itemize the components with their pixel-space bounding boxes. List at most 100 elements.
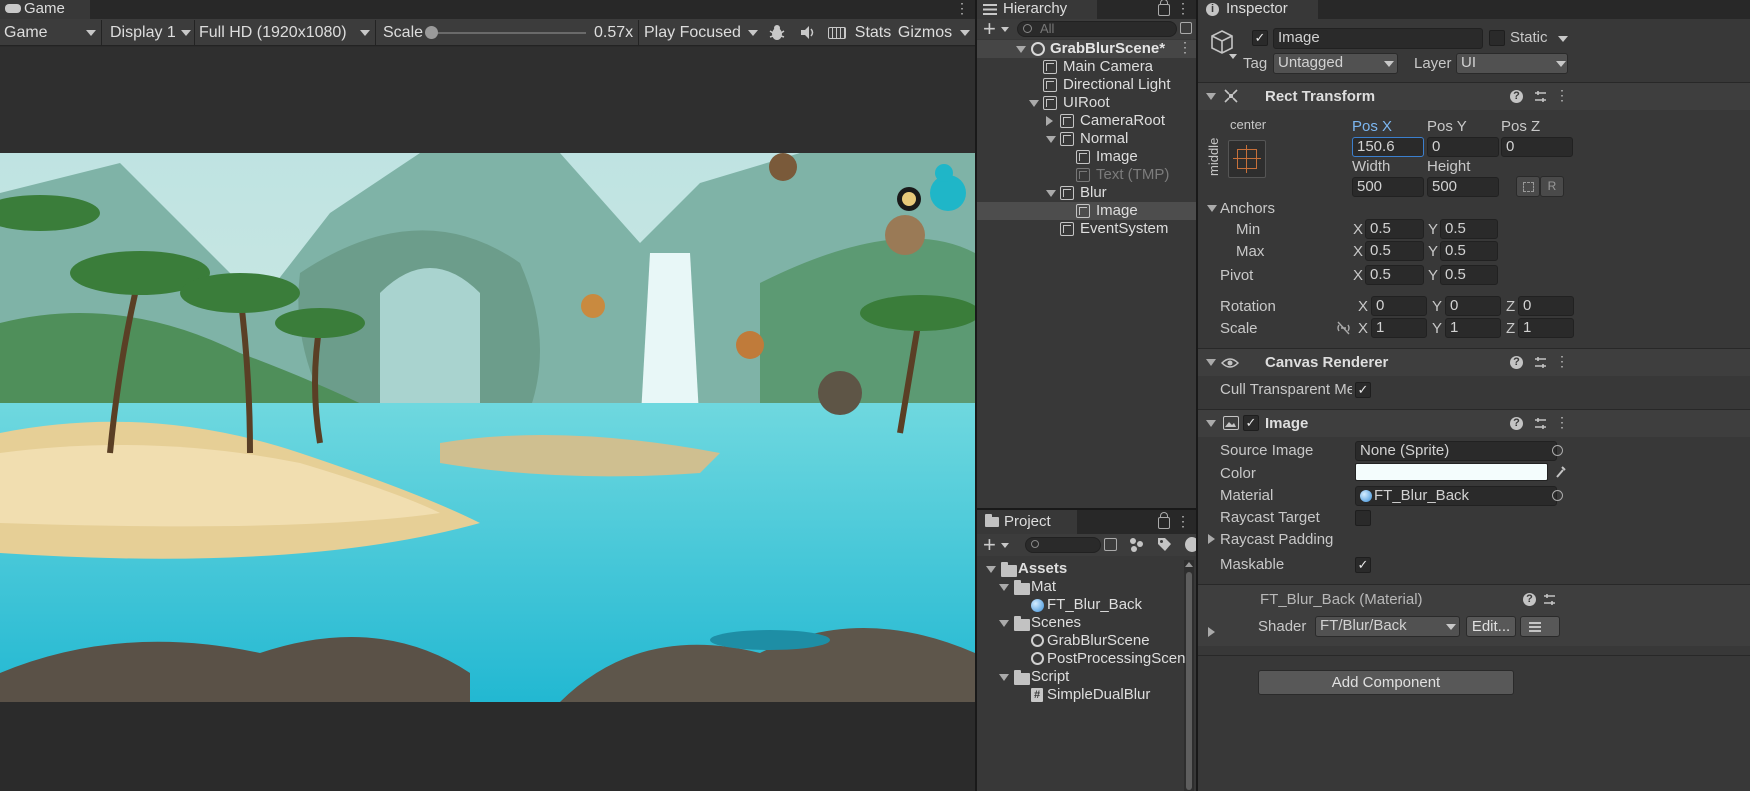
chevron-down-icon[interactable] [1558, 36, 1568, 42]
project-item[interactable]: Assets [977, 560, 1184, 578]
keyboard-icon[interactable] [828, 27, 846, 39]
expand-arrow-icon[interactable] [999, 584, 1009, 591]
raycast-target-checkbox[interactable] [1355, 510, 1371, 526]
pivot-y-field[interactable]: 0.5 [1440, 265, 1498, 285]
preset-icon[interactable] [1534, 417, 1547, 430]
hierarchy-item[interactable]: Image [977, 202, 1196, 220]
game-mode-dropdown[interactable]: Game [0, 19, 100, 46]
rot-y-field[interactable]: 0 [1445, 296, 1501, 316]
pivot-x-field[interactable]: 0.5 [1365, 265, 1424, 285]
rot-z-field[interactable]: 0 [1518, 296, 1574, 316]
help-icon[interactable]: ? [1510, 356, 1523, 369]
raw-edit-button[interactable]: R [1540, 176, 1564, 197]
hierarchy-item[interactable]: CameraRoot [977, 112, 1196, 130]
hierarchy-item[interactable]: EventSystem [977, 220, 1196, 238]
add-icon[interactable]: + [983, 534, 996, 556]
expand-arrow-icon[interactable] [1046, 190, 1056, 197]
project-item[interactable]: Script [977, 668, 1184, 686]
preset-icon[interactable] [1534, 90, 1547, 103]
favorite-icon[interactable] [1185, 537, 1196, 552]
expand-arrow-icon[interactable] [1046, 136, 1056, 143]
stats-button[interactable]: Stats [851, 19, 895, 46]
scene-more-icon[interactable]: ⋮ [1178, 40, 1192, 56]
play-mode-dropdown[interactable]: Play Focused [644, 19, 754, 46]
project-more-icon[interactable]: ⋮ [1176, 514, 1190, 530]
shader-edit-button[interactable]: Edit... [1466, 616, 1516, 637]
scroll-thumb[interactable] [1186, 572, 1192, 790]
scale-z-field[interactable]: 1 [1518, 318, 1574, 338]
image-enabled-checkbox[interactable]: ✓ [1243, 415, 1259, 431]
maskable-checkbox[interactable]: ✓ [1355, 557, 1371, 573]
hierarchy-item[interactable]: Normal [977, 130, 1196, 148]
active-checkbox[interactable]: ✓ [1252, 30, 1268, 46]
speaker-icon[interactable] [800, 25, 816, 40]
project-item[interactable]: Scenes [977, 614, 1184, 632]
project-item[interactable]: # SimpleDualBlur [977, 686, 1184, 704]
expand-arrow-icon[interactable] [1208, 534, 1215, 544]
project-item[interactable]: PostProcessingScen [977, 650, 1185, 668]
max-x-field[interactable]: 0.5 [1365, 241, 1424, 261]
cull-transparent-checkbox[interactable]: ✓ [1355, 382, 1371, 398]
project-item[interactable]: FT_Blur_Back [977, 596, 1184, 614]
collapse-arrow-icon[interactable] [1206, 93, 1216, 100]
bug-icon[interactable] [769, 24, 785, 41]
constrain-proportions-icon[interactable] [1336, 321, 1351, 335]
scale-slider-handle[interactable] [425, 26, 438, 39]
hierarchy-search-input[interactable]: All [1017, 21, 1177, 37]
resolution-dropdown[interactable]: Full HD (1920x1080) [199, 19, 364, 46]
hierarchy-item[interactable]: Directional Light [977, 76, 1196, 94]
display-dropdown[interactable]: Display 1 [110, 19, 180, 46]
material-field[interactable]: FT_Blur_Back [1355, 486, 1557, 506]
help-icon[interactable]: ? [1510, 417, 1523, 430]
max-y-field[interactable]: 0.5 [1440, 241, 1498, 261]
chevron-down-icon[interactable] [1229, 54, 1237, 59]
tab-project[interactable]: Project [977, 510, 1077, 534]
object-picker-icon[interactable] [1552, 445, 1563, 456]
component-more-icon[interactable]: ⋮ [1555, 354, 1569, 370]
object-picker-icon[interactable] [1552, 490, 1563, 501]
expand-arrow-icon[interactable] [1029, 100, 1039, 107]
collapsed-arrow-icon[interactable] [1046, 116, 1053, 126]
scroll-up-icon[interactable] [1185, 562, 1193, 567]
scene-row[interactable]: GrabBlurScene* ⋮ [977, 40, 1196, 58]
add-icon[interactable]: + [983, 18, 996, 40]
search-by-type-icon[interactable] [1104, 538, 1117, 551]
collapse-arrow-icon[interactable] [1206, 359, 1216, 366]
component-more-icon[interactable]: ⋮ [1555, 415, 1569, 431]
filter-by-label-icon[interactable] [1129, 537, 1144, 552]
scale-slider-track[interactable] [430, 32, 586, 34]
preset-icon[interactable] [1543, 593, 1556, 606]
layer-dropdown[interactable]: UI [1456, 53, 1568, 74]
gizmos-button[interactable]: Gizmos [897, 19, 953, 46]
lock-icon[interactable] [1158, 0, 1170, 16]
expand-arrow-icon[interactable] [986, 566, 996, 573]
tag-dropdown[interactable]: Untagged [1273, 53, 1398, 74]
eyedropper-icon[interactable] [1555, 465, 1567, 479]
scale-x-field[interactable]: 1 [1371, 318, 1427, 338]
preset-icon[interactable] [1534, 356, 1547, 369]
lock-icon[interactable] [1158, 512, 1170, 529]
min-y-field[interactable]: 0.5 [1440, 219, 1498, 239]
component-more-icon[interactable]: ⋮ [1555, 88, 1569, 104]
anchors-arrow-icon[interactable] [1207, 205, 1217, 212]
anchor-presets-button[interactable] [1228, 140, 1266, 178]
tab-game[interactable]: Game [0, 0, 90, 19]
project-scrollbar[interactable] [1184, 560, 1194, 791]
search-filter-icon[interactable] [1180, 22, 1192, 34]
add-component-button[interactable]: Add Component [1258, 670, 1514, 695]
hierarchy-item[interactable]: Blur [977, 184, 1196, 202]
source-image-field[interactable]: None (Sprite) [1355, 441, 1557, 461]
tab-inspector[interactable]: i Inspector [1198, 0, 1318, 19]
pos-x-field[interactable]: 150.6 [1352, 137, 1424, 157]
scale-y-field[interactable]: 1 [1445, 318, 1501, 338]
help-icon[interactable]: ? [1523, 593, 1536, 606]
hierarchy-item[interactable]: Text (TMP) [977, 166, 1196, 184]
rot-x-field[interactable]: 0 [1371, 296, 1427, 316]
color-swatch[interactable] [1355, 463, 1548, 481]
game-more-icon[interactable]: ⋮ [955, 1, 969, 17]
pos-y-field[interactable]: 0 [1427, 137, 1499, 157]
expand-arrow-icon[interactable] [1208, 627, 1215, 637]
shader-dropdown[interactable]: FT/Blur/Back [1315, 616, 1460, 637]
min-x-field[interactable]: 0.5 [1365, 219, 1424, 239]
shader-options-button[interactable] [1520, 616, 1560, 637]
